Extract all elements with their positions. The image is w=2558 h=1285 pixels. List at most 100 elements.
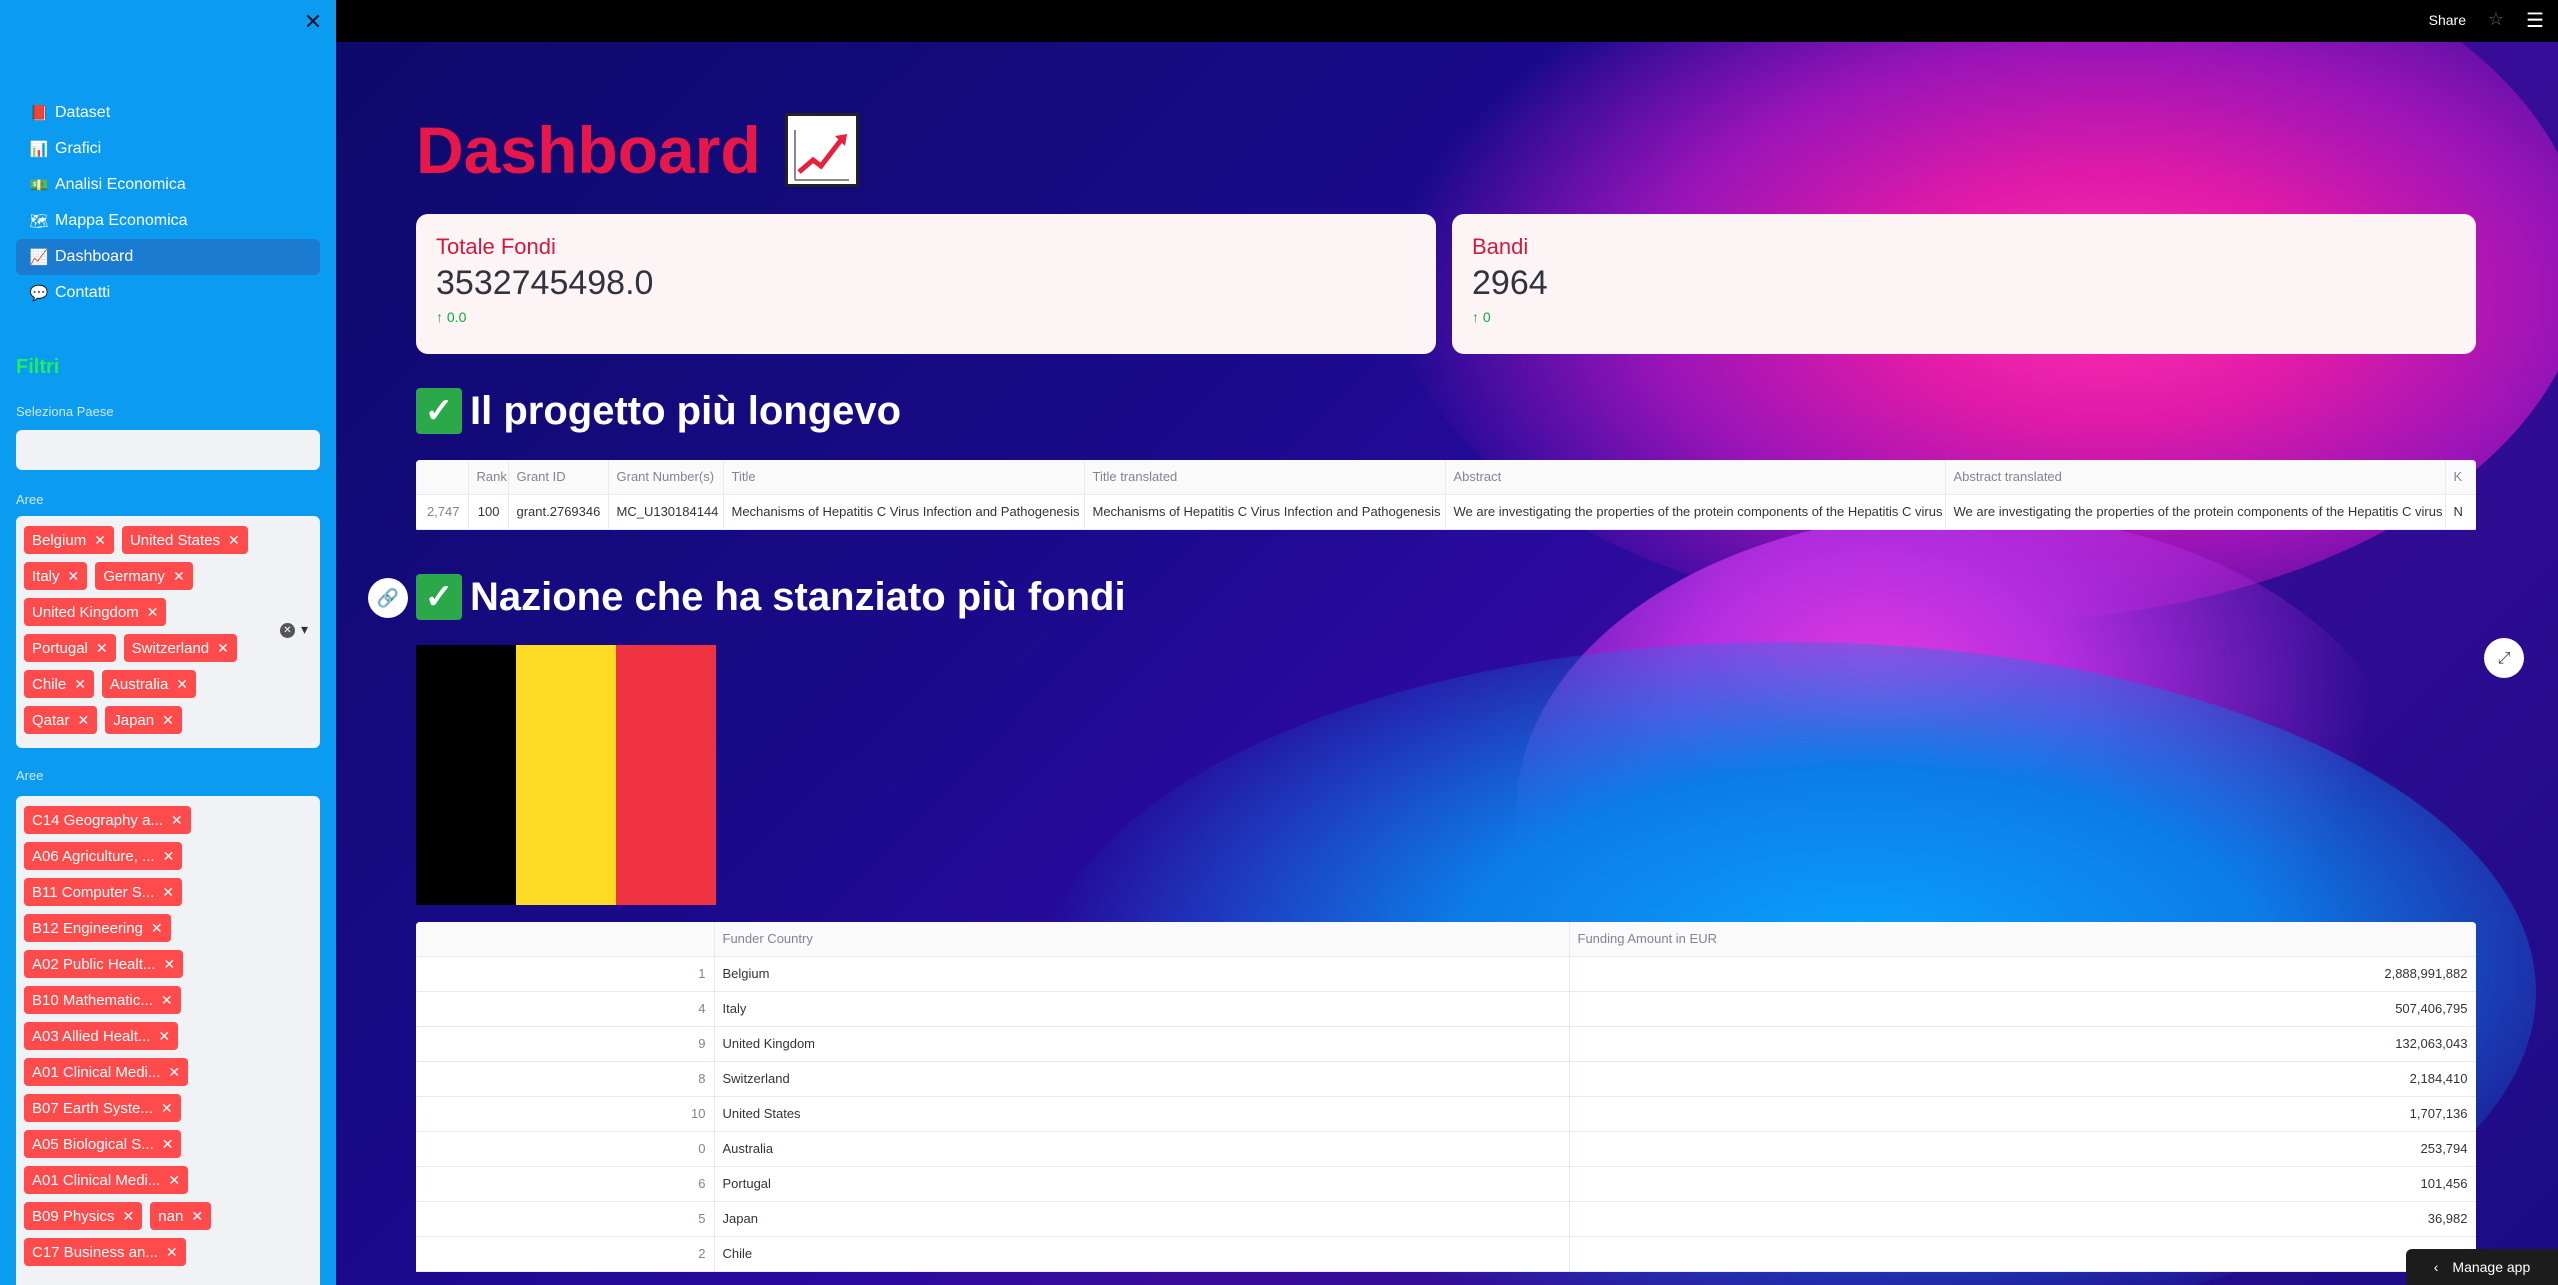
sidebar-item-contatti[interactable]: 💬 Contatti (16, 275, 320, 311)
remove-tag-icon[interactable]: ✕ (94, 532, 106, 549)
column-header[interactable]: K (2445, 460, 2476, 495)
country-tag[interactable]: Japan ✕ (105, 706, 182, 734)
remove-tag-icon[interactable]: ✕ (78, 712, 90, 729)
metric-label: Bandi (1472, 234, 1529, 259)
column-header[interactable]: Grant Number(s) (608, 460, 724, 495)
remove-tag-icon[interactable]: ✕ (191, 1208, 203, 1225)
country-tag[interactable]: United Kingdom ✕ (24, 598, 167, 626)
remove-tag-icon[interactable]: ✕ (171, 812, 183, 829)
column-header[interactable]: Grant ID (508, 460, 609, 495)
remove-tag-icon[interactable]: ✕ (163, 848, 175, 865)
column-header[interactable]: Rank (468, 460, 509, 495)
metric-value: 3532745498.0 (436, 264, 654, 302)
section-title-text: Nazione che ha stanziato più fondi (470, 574, 1126, 619)
area-tag[interactable]: B09 Physics ✕ (24, 1202, 143, 1230)
remove-tag-icon[interactable]: ✕ (161, 1100, 173, 1117)
country-tag[interactable]: Australia ✕ (101, 670, 197, 698)
country-tag[interactable]: Switzerland ✕ (123, 634, 237, 662)
remove-tag-icon[interactable]: ✕ (162, 1136, 174, 1153)
column-header[interactable] (416, 922, 715, 957)
table-row[interactable]: 8 Switzerland 2,184,410 (416, 1061, 2476, 1097)
area-tag[interactable]: A06 Agriculture, ... ✕ (24, 842, 183, 870)
chevron-down-icon[interactable]: ▾ (301, 622, 308, 638)
area-tag[interactable]: B10 Mathematic... ✕ (24, 986, 181, 1014)
remove-tag-icon[interactable]: ✕ (228, 532, 240, 549)
area-tag[interactable]: B07 Earth Syste... ✕ (24, 1094, 181, 1122)
remove-tag-icon[interactable]: ✕ (158, 1028, 170, 1045)
table-row[interactable]: 1 Belgium 2,888,991,882 (416, 956, 2476, 992)
country-select-input[interactable] (16, 430, 320, 470)
column-header[interactable]: Abstract (1445, 460, 1946, 495)
country-tag[interactable]: Germany ✕ (95, 562, 193, 590)
link-icon[interactable]: 🔗 (368, 578, 408, 618)
area-tag[interactable]: A01 Clinical Medi... ✕ (24, 1166, 189, 1194)
remove-tag-icon[interactable]: ✕ (217, 640, 229, 657)
country-tag[interactable]: United States ✕ (121, 526, 248, 554)
column-header[interactable] (416, 460, 469, 495)
area-tag[interactable]: A01 Clinical Medi... ✕ (24, 1058, 189, 1086)
table-row[interactable]: 4 Italy 507,406,795 (416, 991, 2476, 1027)
manage-app-button[interactable]: ‹ Manage app (2406, 1249, 2558, 1285)
share-button[interactable]: Share (2429, 12, 2466, 28)
remove-tag-icon[interactable]: ✕ (151, 920, 163, 937)
remove-tag-icon[interactable]: ✕ (74, 676, 86, 693)
country-tag[interactable]: Qatar ✕ (24, 706, 98, 734)
table-row[interactable]: 9 United Kingdom 132,063,043 (416, 1026, 2476, 1062)
clear-all-icon[interactable]: ✕ (279, 622, 295, 638)
country-tag[interactable]: Belgium ✕ (24, 526, 114, 554)
hamburger-menu-icon[interactable]: ☰ (2526, 8, 2544, 32)
area-tag[interactable]: B12 Engineering ✕ (24, 914, 171, 942)
area-tag[interactable]: C17 Business an... ✕ (24, 1238, 186, 1266)
table-row[interactable]: 5 Japan 36,982 (416, 1201, 2476, 1237)
remove-tag-icon[interactable]: ✕ (176, 676, 188, 693)
country-tag[interactable]: Chile ✕ (24, 670, 94, 698)
sidebar-item-dataset[interactable]: 📕 Dataset (16, 95, 320, 131)
tag-label: A01 Clinical Medi... (32, 1171, 161, 1189)
remove-tag-icon[interactable]: ✕ (168, 1064, 180, 1081)
sidebar-item-dashboard[interactable]: 📈 Dashboard (16, 239, 320, 275)
countries-multiselect[interactable]: Belgium ✕ United States ✕ Italy ✕ Germany ✕ Unit… (16, 516, 320, 748)
funding-by-country-table[interactable]: Funder Country Funding Amount in EUR 1 Bel… (416, 922, 2476, 1285)
remove-tag-icon[interactable]: ✕ (168, 1172, 180, 1189)
area-tag[interactable]: B11 Computer S... ✕ (24, 878, 183, 906)
remove-tag-icon[interactable]: ✕ (166, 1244, 178, 1261)
country-tag[interactable]: Italy ✕ (24, 562, 88, 590)
tag-label: Belgium (32, 531, 87, 549)
country-tag[interactable]: Portugal ✕ (24, 634, 116, 662)
area-tag[interactable]: A03 Allied Healt... ✕ (24, 1022, 179, 1050)
area-tag[interactable]: nan ✕ (150, 1202, 212, 1230)
remove-tag-icon[interactable]: ✕ (68, 568, 80, 585)
area-tag[interactable]: A05 Biological S... ✕ (24, 1130, 182, 1158)
area-tag[interactable]: C14 Geography a... ✕ (24, 806, 191, 834)
table-cell: Portugal (714, 1166, 1570, 1202)
remove-tag-icon[interactable]: ✕ (96, 640, 108, 657)
table-row[interactable]: 0 Australia 253,794 (416, 1131, 2476, 1167)
remove-tag-icon[interactable]: ✕ (163, 956, 175, 973)
close-sidebar-icon[interactable]: ✕ (300, 10, 326, 36)
sidebar-item-mappa-economica[interactable]: 🗺 Mappa Economica (16, 203, 320, 239)
column-header[interactable]: Funder Country (714, 922, 1570, 957)
column-header[interactable]: Title (723, 460, 1085, 495)
star-icon[interactable]: ☆ (2488, 9, 2504, 30)
table-row[interactable]: 6 Portugal 101,456 (416, 1166, 2476, 1202)
areas-multiselect[interactable]: C14 Geography a... ✕ A06 Agriculture, ... ✕… (16, 796, 320, 1285)
area-tag[interactable]: A02 Public Healt... ✕ (24, 950, 184, 978)
table-row[interactable]: 2 Chile (416, 1236, 2476, 1272)
bar-chart-icon: 📊 (29, 141, 49, 158)
table-row[interactable]: 10 United States 1,707,136 (416, 1096, 2476, 1132)
remove-tag-icon[interactable]: ✕ (173, 568, 185, 585)
table-cell: 101,456 (1569, 1166, 2476, 1202)
remove-tag-icon[interactable]: ✕ (147, 604, 159, 621)
column-header[interactable]: Abstract translated (1945, 460, 2446, 495)
table-row[interactable]: 2,747 100 grant.2769346 MC_U130184144 Mechan… (416, 494, 2476, 530)
remove-tag-icon[interactable]: ✕ (162, 712, 174, 729)
column-header[interactable]: Title translated (1084, 460, 1446, 495)
sidebar-item-analisi-economica[interactable]: 💵 Analisi Economica (16, 167, 320, 203)
remove-tag-icon[interactable]: ✕ (123, 1208, 135, 1225)
longest-project-table[interactable]: Rank Grant ID Grant Number(s) Title Title tr… (416, 460, 2476, 532)
fullscreen-expand-icon[interactable]: ⤢ (2484, 638, 2524, 678)
column-header[interactable]: Funding Amount in EUR (1569, 922, 2476, 957)
remove-tag-icon[interactable]: ✕ (161, 992, 173, 1009)
sidebar-item-grafici[interactable]: 📊 Grafici (16, 131, 320, 167)
remove-tag-icon[interactable]: ✕ (162, 884, 174, 901)
